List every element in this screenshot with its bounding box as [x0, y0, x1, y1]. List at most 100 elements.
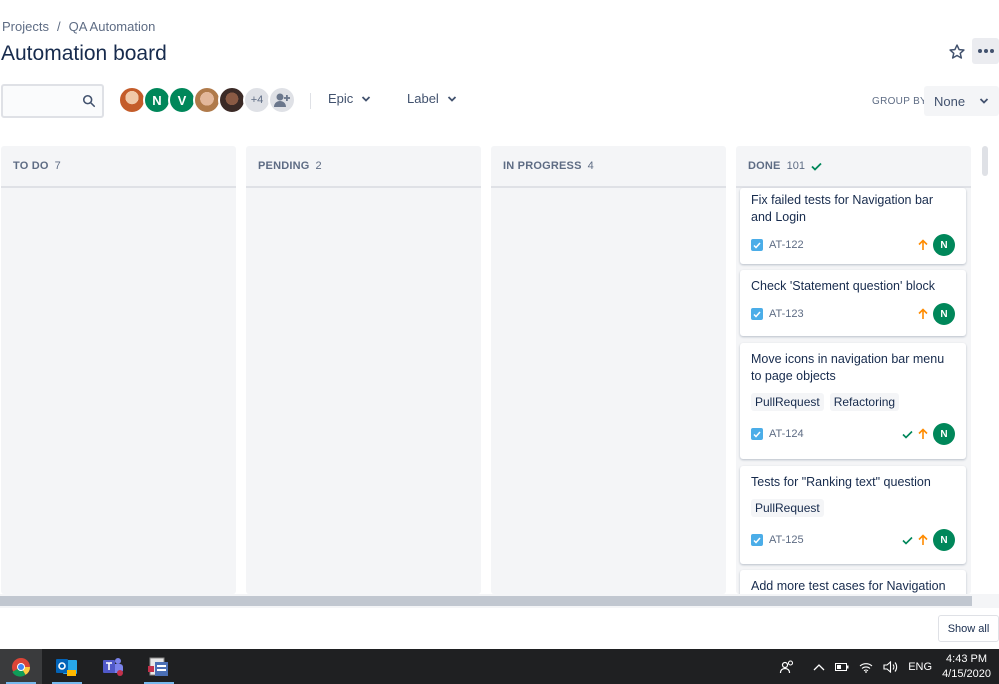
volume-icon[interactable]	[883, 660, 898, 673]
card-summary: Check 'Statement question' block	[751, 279, 936, 293]
breadcrumb-projects-link[interactable]: Projects	[2, 19, 49, 34]
more-avatars-button[interactable]: +4	[243, 86, 271, 114]
assignee-avatar[interactable]: N	[933, 529, 955, 551]
avatar[interactable]	[218, 86, 246, 114]
card-labels: PullRequest Refactoring	[751, 393, 955, 411]
toolbar-divider	[310, 93, 311, 109]
column-title: TO DO	[13, 160, 49, 172]
assignee-avatar[interactable]: N	[933, 234, 955, 256]
add-person-icon	[274, 93, 290, 107]
chevron-down-icon	[447, 95, 456, 102]
star-button[interactable]	[946, 41, 968, 63]
card-footer: AT-125 N	[751, 529, 955, 551]
issue-card[interactable]: Tests for "Ranking text" question PullRe…	[740, 466, 966, 564]
check-icon	[811, 162, 822, 171]
outlook-icon	[56, 658, 77, 676]
assignee-avatar[interactable]: N	[933, 423, 955, 445]
board-page: Projects / QA Automation Automation boar…	[0, 0, 999, 684]
card-summary: Tests for "Ranking text" question	[751, 475, 931, 489]
task-type-icon	[751, 308, 763, 320]
people-icon[interactable]	[779, 659, 795, 675]
breadcrumb-separator: /	[56, 19, 61, 34]
more-icon	[977, 49, 994, 53]
taskbar: ENG 4:43 PM 4/15/2020	[0, 649, 999, 684]
avatar[interactable]	[118, 86, 146, 114]
done-check-icon	[902, 430, 913, 439]
label-chip[interactable]: Refactoring	[829, 393, 900, 411]
issue-card[interactable]: Check 'Statement question' block AT-123 …	[740, 270, 966, 336]
column-header: DONE 101	[736, 146, 971, 188]
chevron-up-icon[interactable]	[813, 662, 825, 672]
taskbar-teams[interactable]	[92, 649, 134, 684]
column-count: 101	[786, 160, 805, 172]
priority-high-icon	[918, 428, 928, 439]
wifi-icon[interactable]	[859, 661, 873, 673]
column-done: DONE 101 Fix failed tests for Navigation…	[736, 146, 971, 594]
issue-card[interactable]: Move icons in navigation bar menu to pag…	[740, 343, 966, 459]
avatar[interactable]	[193, 86, 221, 114]
card-summary: Add more test cases for Navigation	[751, 579, 946, 593]
avatar[interactable]: N	[143, 86, 171, 114]
horizontal-scrollbar[interactable]	[0, 594, 999, 608]
issue-card[interactable]: Fix failed tests for Navigation bar and …	[740, 188, 966, 264]
chevron-down-icon	[362, 95, 371, 102]
label-filter-label: Label	[407, 91, 439, 106]
done-check-icon	[902, 536, 913, 545]
add-people-button[interactable]	[268, 86, 296, 114]
breadcrumb-project-link[interactable]: QA Automation	[69, 19, 156, 34]
label-filter-dropdown[interactable]: Label	[407, 91, 457, 106]
column-todo: TO DO 7	[1, 146, 236, 594]
card-footer: AT-124 N	[751, 423, 955, 445]
card-footer: AT-122 N	[751, 234, 955, 256]
chrome-icon	[12, 657, 31, 677]
vertical-scrollbar[interactable]	[982, 146, 988, 176]
language-indicator[interactable]: ENG	[908, 661, 932, 673]
avatar[interactable]: V	[168, 86, 196, 114]
issue-key[interactable]: AT-122	[769, 239, 804, 251]
priority-high-icon	[918, 239, 928, 250]
task-type-icon	[751, 534, 763, 546]
column-title: PENDING	[258, 160, 310, 172]
column-count: 2	[315, 160, 322, 172]
assignee-avatar[interactable]: N	[933, 303, 955, 325]
priority-high-icon	[918, 534, 928, 545]
group-by-dropdown[interactable]: None	[924, 86, 999, 116]
card-summary: Fix failed tests for Navigation bar and …	[751, 193, 934, 224]
issue-key[interactable]: AT-125	[769, 534, 804, 546]
column-in-progress: IN PROGRESS 4	[491, 146, 726, 594]
taskbar-outlook[interactable]	[46, 649, 88, 684]
column-pending: PENDING 2	[246, 146, 481, 594]
issue-key[interactable]: AT-123	[769, 308, 804, 320]
column-header: PENDING 2	[246, 146, 481, 188]
label-chip[interactable]: PullRequest	[751, 393, 824, 411]
search-box	[1, 84, 104, 118]
column-count: 4	[587, 160, 594, 172]
search-input[interactable]	[3, 86, 81, 116]
more-actions-button[interactable]	[972, 38, 999, 64]
column-title: DONE	[748, 160, 781, 172]
search-icon[interactable]	[82, 94, 96, 108]
system-tray: ENG 4:43 PM 4/15/2020	[779, 649, 999, 684]
group-by-value: None	[934, 93, 966, 109]
column-header: IN PROGRESS 4	[491, 146, 726, 188]
label-chip[interactable]: PullRequest	[751, 499, 824, 517]
issue-key[interactable]: AT-124	[769, 428, 804, 440]
clock-time: 4:43 PM	[946, 652, 988, 665]
show-all-button[interactable]: Show all	[938, 615, 999, 642]
generic-app-icon	[148, 657, 168, 676]
teams-icon	[103, 657, 123, 676]
taskbar-app[interactable]	[138, 649, 180, 684]
card-labels: PullRequest	[751, 499, 955, 517]
epic-filter-label: Epic	[328, 91, 354, 106]
issue-card[interactable]: Add more test cases for Navigation	[740, 570, 966, 594]
breadcrumb: Projects / QA Automation	[2, 19, 155, 34]
clock[interactable]: 4:43 PM 4/15/2020	[942, 652, 991, 682]
group-by-label: GROUP BY	[872, 96, 928, 107]
card-summary: Move icons in navigation bar menu to pag…	[751, 352, 945, 383]
star-icon	[949, 44, 965, 59]
battery-icon[interactable]	[835, 662, 849, 672]
taskbar-chrome[interactable]	[0, 649, 42, 684]
scrollbar-thumb[interactable]	[0, 596, 972, 606]
assignee-filter-avatars: N V +4	[118, 86, 296, 114]
epic-filter-dropdown[interactable]: Epic	[328, 91, 371, 106]
